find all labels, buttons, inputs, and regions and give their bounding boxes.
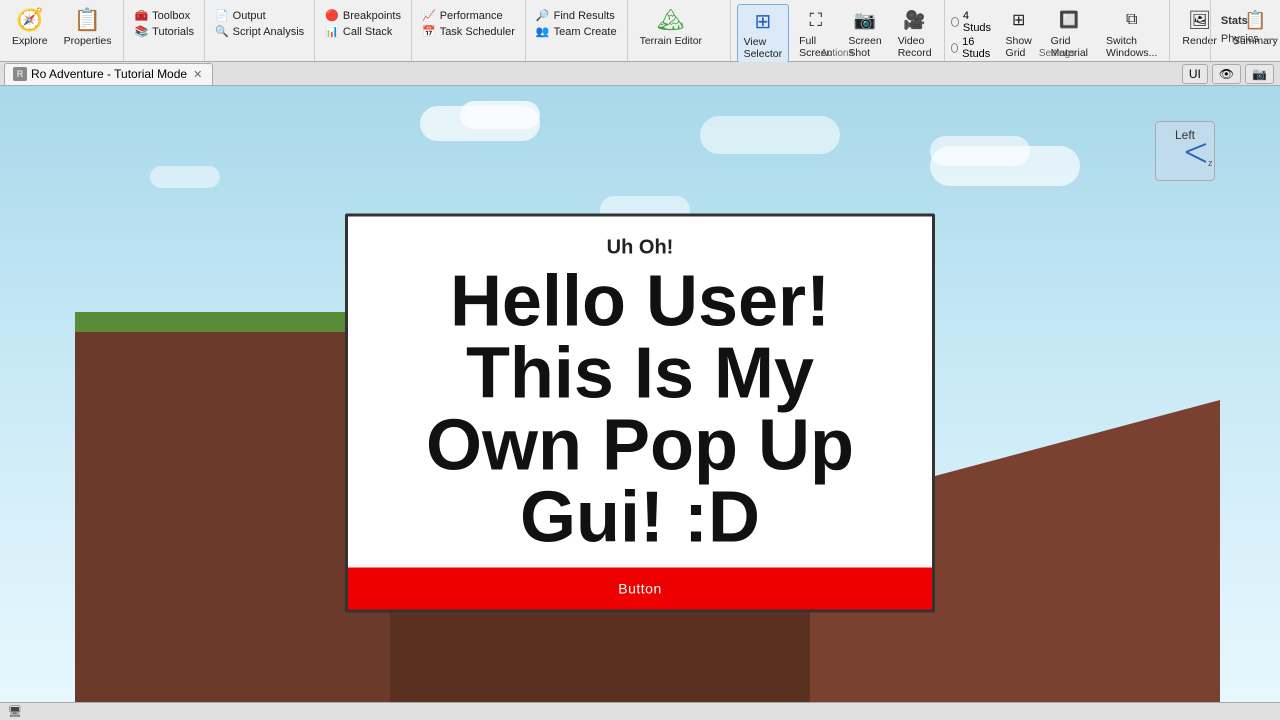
view-selector-icon: ⊞ [749,7,777,35]
performance-button[interactable]: 📈 Performance [418,8,519,23]
tutorials-button[interactable]: 📚 Tutorials [130,24,197,39]
tab-close-button[interactable]: ✕ [193,68,202,81]
popup-button-label: Button [618,581,661,597]
explore-button[interactable]: 🧭 Explore [6,4,54,49]
viewport: Left z Uh Oh! Hello User! This Is My Own… [0,86,1280,720]
minus-icon: — [1265,31,1278,46]
toolbar: 🧭 Explore 📋 Properties 🧰 Toolbox 📚 Tutor… [0,0,1280,62]
compass-axes: z [1156,122,1216,182]
task-scheduler-icon: 📅 [422,25,436,38]
toolbar-section-settings: 4 Studs 16 Studs ⊞ ShowGrid 🔲 GridMateri… [945,0,1171,61]
popup-title: Hello User! This Is My Own Pop Up Gui! :… [378,266,902,554]
output-icon: 📄 [215,9,229,22]
script-analysis-button[interactable]: 🔍 Script Analysis [211,24,308,39]
find-results-icon: 🔎 [536,9,550,22]
properties-button[interactable]: 📋 Properties [58,4,118,49]
toolbar-section-perf: 📈 Performance 📅 Task Scheduler [412,0,526,61]
viewport-camera-icon: 📷 [1252,67,1267,81]
toolbar-section-tools: 🧰 Toolbox 📚 Tutorials [124,0,204,61]
actions-label: Actions [731,48,944,59]
tab-label: Ro Adventure - Tutorial Mode [31,67,187,81]
task-scheduler-button[interactable]: 📅 Task Scheduler [418,24,519,39]
explore-icon: 🧭 [16,6,44,34]
breakpoints-label: Breakpoints [343,10,401,22]
call-stack-label: Call Stack [343,26,393,38]
4-studs-radio[interactable]: 4 Studs [951,10,993,34]
cloud-6 [700,116,840,154]
find-results-label: Find Results [554,10,615,22]
terrain-editor-label: Terrain Editor [640,35,702,47]
performance-icon: 📈 [422,9,436,22]
output-button[interactable]: 📄 Output [211,8,308,23]
script-analysis-label: Script Analysis [233,26,305,38]
stats-label: Stats [1221,15,1248,27]
viewport-camera-button[interactable]: 📷 [1245,64,1274,84]
tutorials-icon: 📚 [134,25,148,38]
breakpoints-button[interactable]: 🔴 Breakpoints [321,8,405,23]
team-create-icon: 👥 [536,25,550,38]
tutorials-label: Tutorials [152,26,194,38]
call-stack-icon: 📊 [325,25,339,38]
toolbox-icon: 🧰 [134,9,148,22]
toolbar-section-find: 🔎 Find Results 👥 Team Create [526,0,628,61]
toolbar-section-render: 🖼 Render 📋 Summary Stats Physics — [1170,0,1280,61]
team-create-label: Team Create [554,26,617,38]
compass-widget: Left z [1155,121,1225,191]
physics-label: Physics [1221,33,1259,45]
performance-label: Performance [440,10,503,22]
explore-label: Explore [12,35,48,47]
toolbar-section-nav: 🧭 Explore 📋 Properties [0,0,124,61]
terrain-editor-button[interactable]: 🏔 Terrain Editor [634,4,724,49]
full-screen-icon: ⛶ [802,6,830,34]
grid-material-icon: 🔲 [1055,6,1083,34]
video-record-icon: 🎥 [901,6,929,34]
eye-icon: 👁 [1219,67,1234,81]
eye-button[interactable]: 👁 [1212,64,1241,84]
output-label: Output [233,10,266,22]
team-create-button[interactable]: 👥 Team Create [532,24,621,39]
bottombar: 🖥 [0,702,1280,720]
cloud-7 [150,166,220,188]
call-stack-button[interactable]: 📊 Call Stack [321,24,405,39]
screen-shot-icon: 📷 [851,6,879,34]
popup-content: Uh Oh! Hello User! This Is My Own Pop Up… [348,217,932,568]
popup-dialog: Uh Oh! Hello User! This Is My Own Pop Up… [345,214,935,613]
settings-label: Settings [945,48,1170,59]
popup-button[interactable]: Button [348,568,932,610]
toolbar-section-view: ⊞ ViewSelector ⛶ FullScreen 📷 ScreenShot… [731,0,945,61]
bottom-icon: 🖥 [8,705,22,718]
cloud-2 [460,101,540,129]
4-studs-label: 4 Studs [963,10,993,34]
popup-subtitle: Uh Oh! [378,237,902,260]
ui-toggle-label: UI [1189,67,1201,81]
script-analysis-icon: 🔍 [215,25,229,38]
cloud-4 [930,136,1030,166]
tabbar: R Ro Adventure - Tutorial Mode ✕ UI 👁 📷 [0,62,1280,86]
show-grid-icon: ⊞ [1005,6,1033,34]
toolbar-section-debug: 🔴 Breakpoints 📊 Call Stack [315,0,412,61]
toolbar-section-terrain: 🏔 Terrain Editor [628,0,731,61]
switch-windows-icon: ⧉ [1118,6,1146,34]
properties-label: Properties [64,35,112,47]
tab-icon: R [13,67,27,81]
terrain-editor-icon: 🏔 [657,6,685,34]
task-scheduler-label: Task Scheduler [440,26,515,38]
4-studs-dot [951,17,959,27]
toolbox-label: Toolbox [152,10,190,22]
svg-text:z: z [1208,158,1213,168]
tab-ro-adventure[interactable]: R Ro Adventure - Tutorial Mode ✕ [4,63,213,85]
properties-icon: 📋 [74,6,102,34]
toolbox-button[interactable]: 🧰 Toolbox [130,8,197,23]
breakpoints-icon: 🔴 [325,9,339,22]
toolbar-section-test: 📄 Output 🔍 Script Analysis [205,0,315,61]
ui-toggle-button[interactable]: UI [1182,64,1208,84]
compass-box: Left z [1155,121,1215,181]
find-results-button[interactable]: 🔎 Find Results [532,8,621,23]
